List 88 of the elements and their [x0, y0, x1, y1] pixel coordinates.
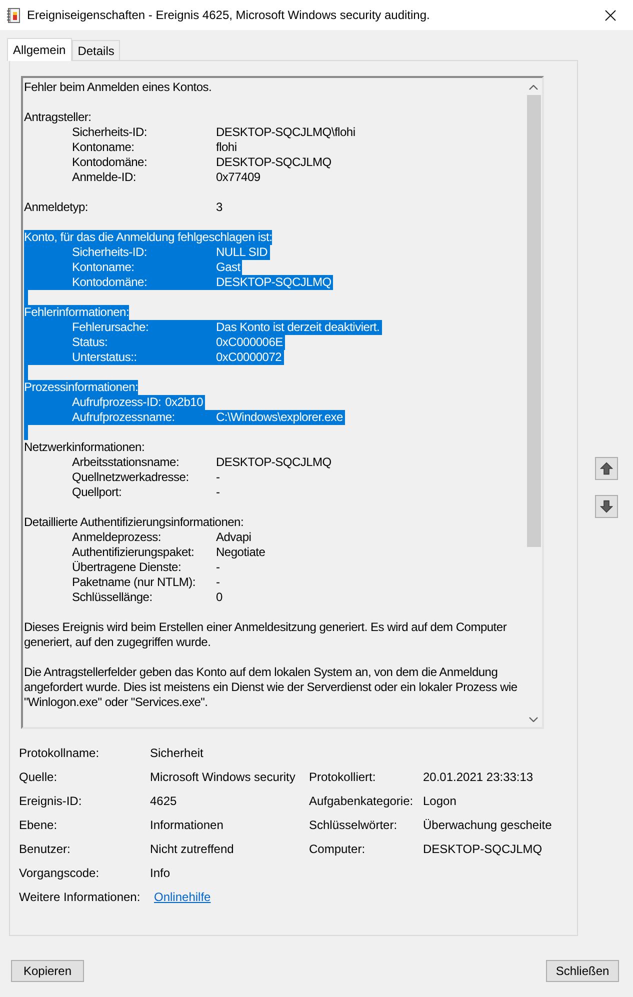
description-text: Dieses Ereignis wird beim Erstellen einer Anmeldesitzung generiert. Es wird auf dem Computer generiert, auf den zugegriffen wurde. — [24, 620, 508, 650]
field-value: Gast — [216, 260, 240, 275]
property-label: Weitere Informationen: — [19, 889, 140, 906]
tab[interactable]: Allgemein — [7, 38, 72, 61]
description-text: Fehler beim Anmelden eines Kontos. — [24, 80, 212, 95]
property-value: Logon — [423, 793, 456, 810]
property-label: Computer: — [309, 841, 366, 858]
property-value: Überwachung gescheite — [423, 817, 552, 834]
description-text: Konto, für das die Anmeldung fehlgeschlagen ist: — [24, 230, 272, 245]
property-value: Informationen — [150, 817, 224, 834]
help-link[interactable]: Onlinehilfe — [154, 888, 211, 906]
field-label: Anmeldeprozess: — [72, 530, 161, 544]
field-value: - — [216, 560, 220, 575]
field-value: 0 — [216, 590, 222, 605]
scrollbar-thumb[interactable] — [526, 95, 540, 547]
field-label: Authentifizierungspaket: — [72, 545, 194, 559]
field-label: Sicherheits-ID: — [72, 245, 147, 259]
chevron-up-icon — [529, 85, 538, 90]
description-text: Prozessinformationen: — [24, 380, 138, 395]
field-label: Arbeitsstationsname: — [72, 455, 180, 469]
property-value: Nicht zutreffend — [150, 841, 234, 858]
down-button[interactable] — [595, 495, 618, 518]
property-label: Protokolliert: — [309, 769, 376, 786]
field-value: 0xC000006E — [216, 335, 283, 350]
property-value: 4625 — [150, 793, 177, 810]
field-value: DESKTOP-SQCJLMQ — [216, 155, 332, 170]
arrow-down-icon — [600, 500, 613, 513]
window-title: Ereigniseigenschaften - Ereignis 4625, Microsoft Windows security auditing. — [27, 7, 430, 24]
field-label: Fehlerursache: — [72, 320, 149, 334]
field-label: Aufrufprozess-ID: — [72, 395, 162, 410]
field-label: Quellport: — [72, 485, 122, 499]
dialog-button[interactable]: Schließen — [546, 960, 619, 982]
property-value: 20.01.2021 23:33:13 — [423, 769, 534, 786]
property-label: Vorgangscode: — [19, 865, 100, 882]
field-value: Negotiate — [216, 545, 266, 560]
description-text: Antragsteller: — [24, 110, 92, 125]
property-label: Protokollname: — [19, 745, 100, 762]
tab[interactable]: Details — [72, 40, 120, 60]
field-label: Anmelde-ID: — [72, 170, 136, 184]
field-label: Sicherheits-ID: — [72, 125, 147, 139]
notebook-icon — [6, 8, 20, 22]
description-text: Netzwerkinformationen: — [24, 440, 145, 455]
field-value: Advapi — [216, 530, 252, 545]
field-value: Das Konto ist derzeit deaktiviert. — [216, 320, 380, 335]
property-value: DESKTOP-SQCJLMQ — [423, 841, 542, 858]
field-label: Schlüssellänge: — [72, 590, 152, 604]
property-label: Aufgabenkategorie: — [309, 793, 414, 810]
field-value: - — [216, 470, 220, 485]
field-value: - — [216, 485, 220, 500]
field-value: 0x77409 — [216, 170, 260, 185]
description-text: Fehlerinformationen: — [24, 305, 130, 320]
up-button[interactable] — [595, 457, 618, 480]
field-value: 3 — [216, 200, 222, 215]
field-value: C:\Windows\explorer.exe — [216, 410, 343, 425]
property-value: Sicherheit — [150, 745, 204, 762]
field-label: Status: — [72, 335, 108, 349]
field-value: 0x2b10 — [165, 395, 203, 410]
field-label: Aufrufprozessname: — [72, 410, 175, 424]
field-value: NULL SID — [216, 245, 268, 260]
property-label: Schlüsselwörter: — [309, 817, 398, 834]
property-label: Benutzer: — [19, 841, 70, 858]
field-label: Unterstatus:: — [72, 350, 137, 364]
description-text: Detaillierte Authentifizierungsinformationen: — [24, 515, 244, 530]
property-value: Info — [150, 865, 170, 882]
chevron-down-icon — [529, 717, 538, 722]
field-label: Quellnetzwerkadresse: — [72, 470, 189, 484]
property-label: Quelle: — [19, 769, 58, 786]
field-label: Paketname (nur NTLM): — [72, 575, 196, 589]
field-label: Kontoname: — [72, 260, 134, 274]
dialog-button[interactable]: Kopieren — [11, 960, 84, 982]
field-value: 0xC0000072 — [216, 350, 282, 365]
field-value: flohi — [216, 140, 237, 155]
field-value: DESKTOP-SQCJLMQ\flohi — [216, 125, 356, 140]
arrow-up-icon — [600, 462, 613, 475]
close-icon — [604, 10, 616, 20]
field-value: DESKTOP-SQCJLMQ — [216, 455, 332, 470]
description-box[interactable] — [21, 76, 544, 729]
field-label: Anmeldetyp: — [24, 200, 88, 214]
field-label: Kontoname: — [72, 140, 134, 154]
field-label: Kontodomäne: — [72, 275, 148, 289]
field-value: DESKTOP-SQCJLMQ — [216, 275, 332, 290]
field-label: Übertragene Dienste: — [72, 560, 182, 574]
field-label: Kontodomäne: — [72, 155, 148, 169]
description-text: Die Antragstellerfelder geben das Konto auf dem lokalen System an, von dem die Anmeldung angefordert wurde. Dies ist meistens ein Dienst wie der Serverdienst oder ein lokaler Prozess wie "Winlogon.exe" oder "Services.exe". — [24, 665, 518, 710]
property-label: Ebene: — [19, 817, 58, 834]
property-value: Microsoft Windows security — [150, 769, 296, 786]
property-label: Ereignis-ID: — [19, 793, 82, 810]
field-value: - — [216, 575, 220, 590]
